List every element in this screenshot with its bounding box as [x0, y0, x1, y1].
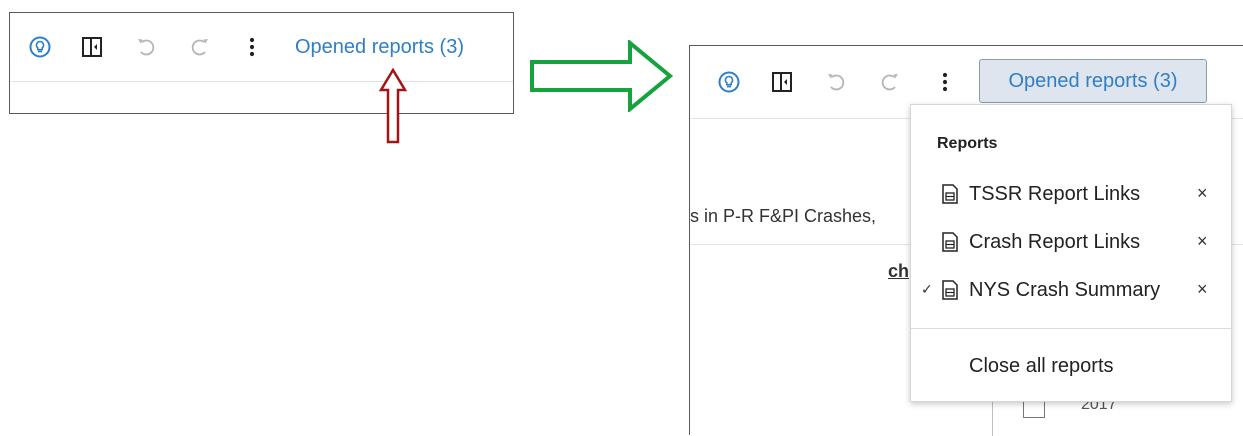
before-panel: Opened reports (3): [9, 12, 514, 114]
green-right-arrow-annotation: [530, 40, 674, 112]
opened-reports-label: Opened reports (3): [1008, 69, 1178, 92]
close-report-button[interactable]: ×: [1197, 231, 1208, 252]
undo-icon[interactable]: [824, 70, 848, 94]
report-item-label: Crash Report Links: [969, 231, 1141, 253]
checkmark-icon: ✓: [921, 281, 933, 297]
close-report-button[interactable]: ×: [1197, 183, 1208, 204]
more-vertical-icon[interactable]: [240, 35, 264, 59]
lightbulb-icon[interactable]: [28, 35, 52, 59]
toolbar: Opened reports (3): [10, 13, 513, 81]
report-item-nys-summary[interactable]: ✓ NYS Crash Summary ×: [911, 273, 1231, 309]
red-up-arrow-annotation: [378, 68, 408, 144]
redo-icon[interactable]: [188, 35, 212, 59]
opened-reports-dropdown: Reports TSSR Report Links × Crash Report…: [910, 104, 1232, 402]
report-item-label: TSSR Report Links: [969, 183, 1141, 205]
close-report-button[interactable]: ×: [1197, 279, 1208, 300]
dropdown-divider: [911, 328, 1231, 329]
dropdown-header: Reports: [937, 135, 998, 152]
panel-toggle-icon[interactable]: [80, 35, 104, 59]
report-item-tssr[interactable]: TSSR Report Links ×: [911, 177, 1231, 213]
panel-toggle-icon[interactable]: [770, 70, 794, 94]
opened-reports-link[interactable]: Opened reports (3): [295, 35, 464, 59]
opened-reports-button[interactable]: Opened reports (3): [979, 59, 1207, 103]
background-report-text: s in P-R F&PI Crashes,: [690, 206, 877, 226]
undo-icon[interactable]: [134, 35, 158, 59]
report-item-label: NYS Crash Summary: [969, 279, 1161, 301]
more-vertical-icon[interactable]: [933, 70, 957, 94]
document-icon: [942, 280, 958, 300]
document-icon: [942, 184, 958, 204]
redo-icon[interactable]: [878, 70, 902, 94]
toolbar-divider: [10, 81, 513, 82]
close-all-reports-button[interactable]: Close all reports: [969, 355, 1114, 378]
report-item-crash-links[interactable]: Crash Report Links ×: [911, 225, 1231, 261]
lightbulb-icon[interactable]: [717, 70, 741, 94]
document-icon: [942, 232, 958, 252]
background-heading-fragment: ch: [888, 261, 910, 281]
